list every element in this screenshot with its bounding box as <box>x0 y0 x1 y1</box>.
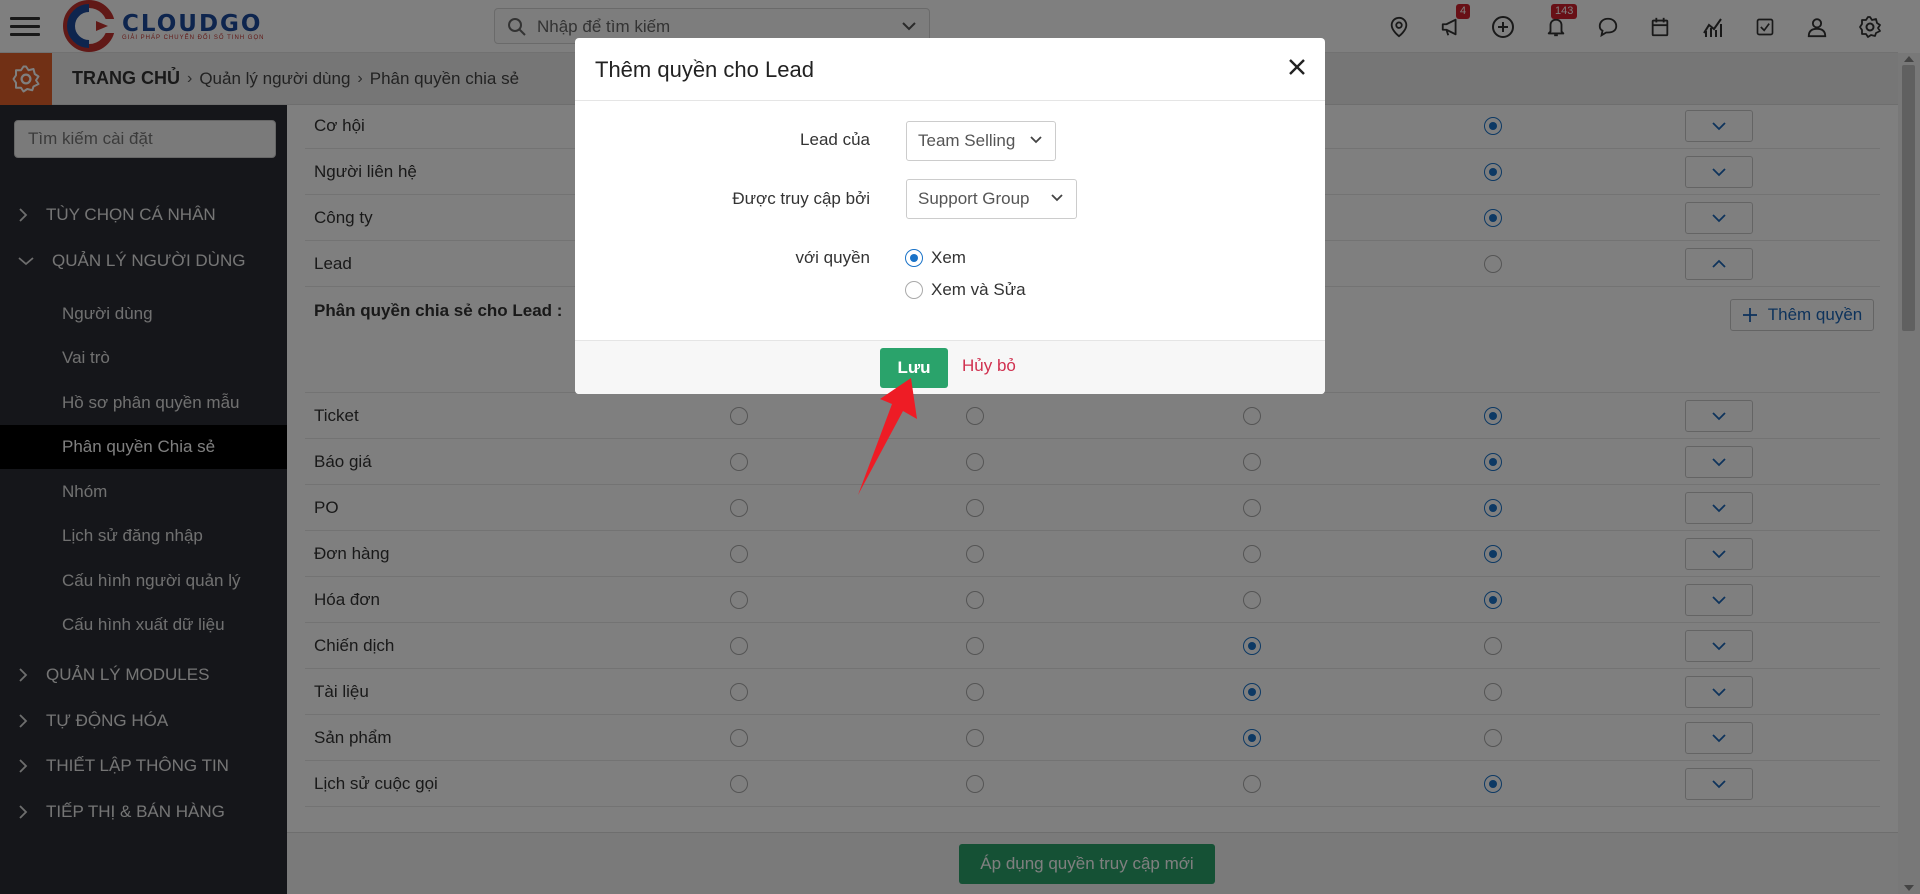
lead-of-select[interactable]: Team Selling <box>906 121 1056 161</box>
accessed-by-value: Support Group <box>918 189 1030 208</box>
app-window: CLOUDGO GIẢI PHÁP CHUYỂN ĐỔI SỐ TINH GỌN… <box>0 0 1920 894</box>
permission-label: với quyền <box>795 248 870 267</box>
red-arrow-annotation <box>858 378 917 495</box>
accessed-by-select[interactable]: Support Group <box>906 179 1077 219</box>
modal-footer: Lưu Hủy bỏ <box>575 340 1325 394</box>
lead-of-label: Lead của <box>800 130 870 149</box>
lead-of-value: Team Selling <box>918 131 1016 150</box>
permission-view-radio[interactable]: Xem <box>905 248 966 268</box>
add-permission-modal: Thêm quyền cho Lead Lead của Team Sellin… <box>575 38 1325 394</box>
permission-view-edit-radio[interactable]: Xem và Sửa <box>905 280 1026 300</box>
cancel-button[interactable]: Hủy bỏ <box>962 356 1016 376</box>
permission-view-edit-label: Xem và Sửa <box>931 280 1026 299</box>
accessed-by-label: Được truy cập bởi <box>732 189 870 208</box>
chevron-down-icon <box>1030 136 1042 144</box>
permission-view-label: Xem <box>931 248 966 267</box>
modal-title: Thêm quyền cho Lead <box>595 57 814 82</box>
close-icon[interactable] <box>1282 52 1312 82</box>
radio-view[interactable] <box>905 249 923 267</box>
chevron-down-icon <box>1051 194 1063 202</box>
modal-header: Thêm quyền cho Lead <box>575 38 1325 101</box>
radio-view-edit[interactable] <box>905 281 923 299</box>
